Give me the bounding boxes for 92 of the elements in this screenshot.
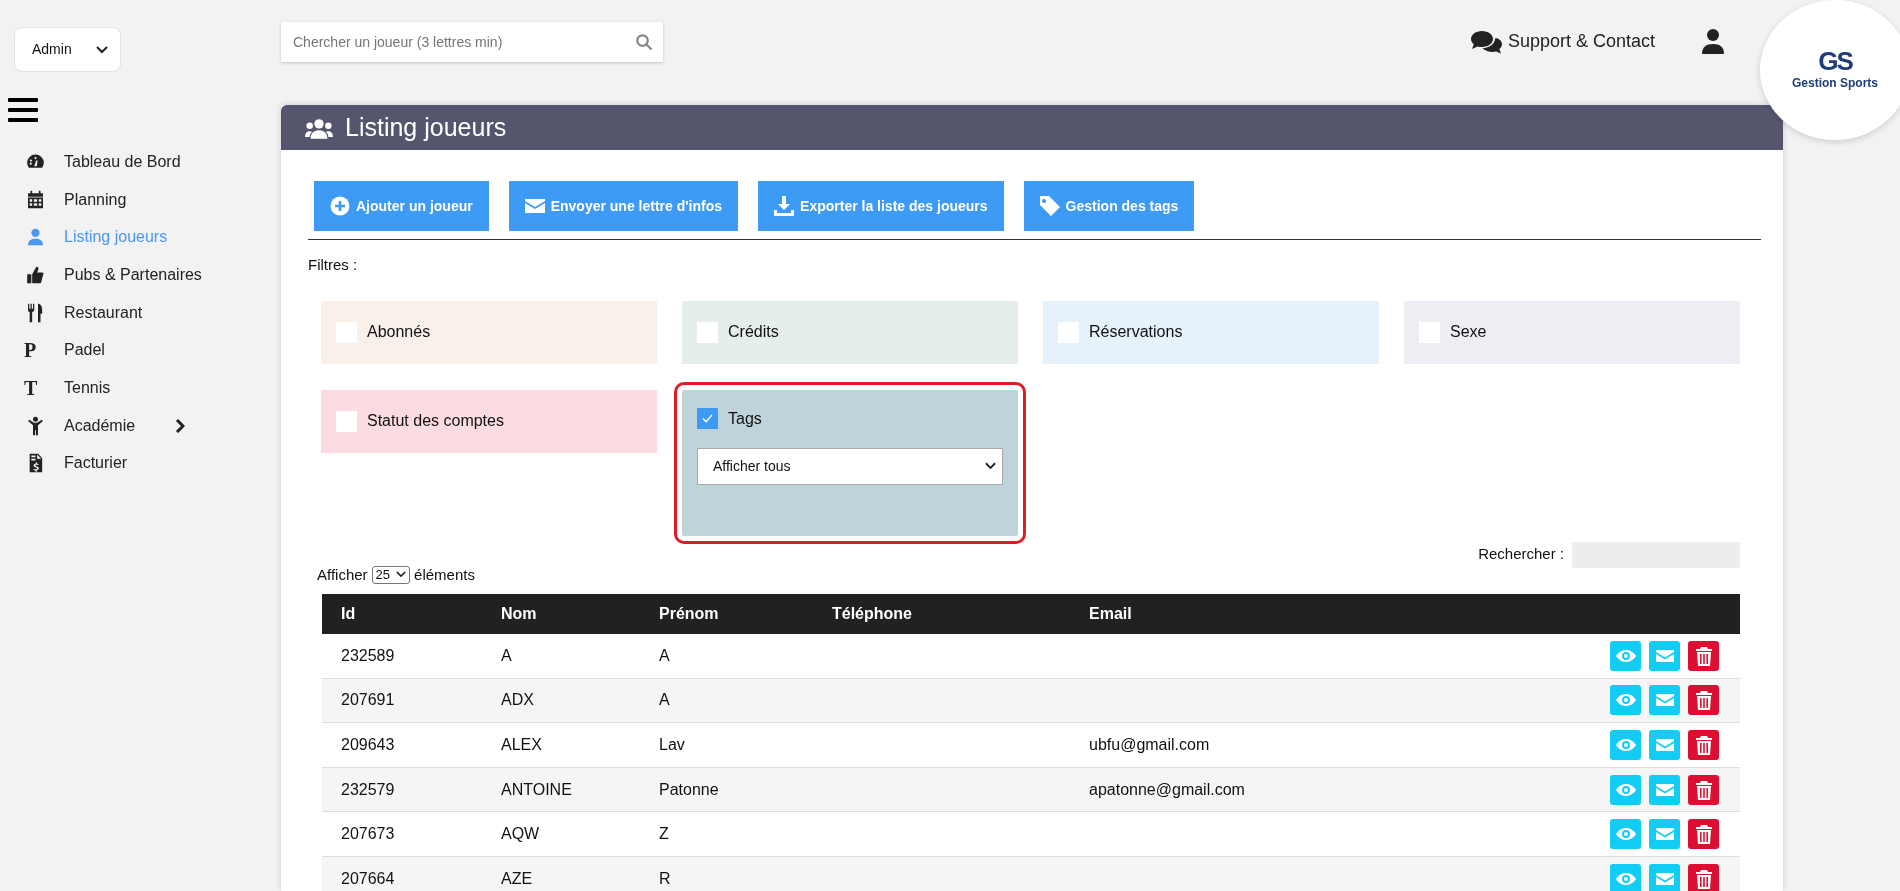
search-field[interactable]: Chercher un joueur (3 lettres min): [281, 22, 663, 62]
delete-button[interactable]: [1688, 685, 1719, 716]
table-cell-text: Z: [659, 824, 669, 845]
table-cell-text: ANTOINE: [501, 779, 572, 800]
table-cell-text: ALEX: [501, 735, 542, 755]
table-cell-text: AQW: [501, 824, 540, 845]
checkbox[interactable]: [336, 410, 357, 432]
email-button[interactable]: [1649, 730, 1680, 760]
column-header: Nom: [501, 604, 538, 624]
table-cell-text: 207691: [341, 690, 395, 711]
table-cell-text: 207664: [341, 868, 395, 889]
checkbox[interactable]: [1058, 321, 1079, 343]
filter-label: Réservations: [1089, 322, 1183, 342]
view-button[interactable]: [1610, 685, 1641, 716]
checkbox[interactable]: [697, 408, 718, 429]
view-button[interactable]: [1610, 774, 1641, 805]
menu-icon[interactable]: [8, 98, 38, 123]
delete-button[interactable]: [1688, 863, 1719, 891]
filters-label: Filtres :: [308, 255, 359, 275]
table-cell-text: 209643: [341, 735, 395, 755]
panel-header: Listing joueurs: [281, 105, 1783, 150]
email-button[interactable]: [1649, 819, 1680, 850]
filter-label: Statut des comptes: [367, 411, 504, 431]
column-header: Id: [341, 604, 357, 624]
table-cell-text: AZE: [501, 868, 533, 889]
view-button[interactable]: [1610, 863, 1641, 891]
table-cell-text: ADX: [501, 690, 534, 711]
table-cell-text: 207673: [341, 824, 395, 845]
length-label: Afficher: [317, 564, 368, 585]
filter-label: Sexe: [1450, 322, 1487, 342]
filter-label: Crédits: [728, 322, 779, 342]
email-button[interactable]: [1649, 774, 1680, 805]
column-header: Prénom: [659, 604, 720, 624]
download-icon: [774, 196, 795, 216]
view-button[interactable]: [1610, 819, 1641, 850]
sidebar-item[interactable]: T Tennis: [0, 369, 281, 407]
plus-circle-icon: [330, 196, 350, 216]
trash-icon: [1693, 690, 1714, 711]
email-button[interactable]: [1649, 640, 1680, 671]
envelope-icon: [524, 196, 545, 216]
table-cell-text: 232579: [341, 779, 395, 800]
thumbs-up-icon: [24, 264, 46, 285]
filter-label: Abonnés: [367, 322, 431, 342]
delete-button[interactable]: [1688, 730, 1719, 760]
sidebar-item[interactable]: Restaurant: [0, 293, 281, 332]
chat-bubbles-icon: [1469, 29, 1502, 54]
tags-select[interactable]: Afficher tous: [697, 447, 1003, 485]
email-button[interactable]: [1649, 863, 1680, 891]
table-cell-text: Patonne: [659, 779, 719, 800]
table-cell-text: ubfu@gmail.com: [1089, 735, 1210, 755]
role-select[interactable]: Admin: [14, 27, 121, 72]
support-link[interactable]: Support & Contact: [1469, 28, 1655, 55]
search-label: Rechercher :: [1478, 544, 1564, 565]
view-button[interactable]: [1610, 730, 1641, 760]
table-cell-text: Lav: [659, 735, 685, 755]
trash-icon: [1693, 824, 1714, 845]
sidebar-item[interactable]: Facturier: [0, 444, 281, 483]
table-cell-text: A: [659, 690, 670, 711]
column-header: Téléphone: [832, 604, 913, 624]
sidebar-item[interactable]: Tableau de Bord: [0, 143, 281, 181]
filter-label: Tags: [728, 408, 762, 429]
tag-icon: [1039, 196, 1060, 216]
users-icon: [305, 117, 333, 139]
caret-icon: [985, 462, 996, 470]
delete-button[interactable]: [1688, 774, 1719, 805]
user-icon: [1701, 28, 1725, 54]
caret-icon: [396, 571, 407, 579]
trash-icon: [1693, 779, 1714, 800]
delete-button[interactable]: [1688, 640, 1719, 671]
column-header: Email: [1089, 604, 1133, 624]
table-cell-text: A: [659, 645, 670, 666]
caret-icon: [96, 45, 108, 54]
page-length-select[interactable]: 25: [371, 565, 411, 584]
delete-button[interactable]: [1688, 819, 1719, 850]
logo: GS Gestion Sports: [1760, 0, 1900, 140]
checkmark-icon: [702, 414, 713, 423]
sidebar-item[interactable]: Académie: [0, 406, 281, 445]
sidebar-item[interactable]: Planning: [0, 180, 281, 219]
table-cell-text: apatonne@gmail.com: [1089, 779, 1245, 800]
table-cell-text: 232589: [341, 645, 395, 666]
email-button[interactable]: [1649, 685, 1680, 716]
search-icon: [635, 33, 653, 51]
table-cell-text: R: [659, 868, 671, 889]
sidebar-item[interactable]: P Padel: [0, 331, 281, 370]
trash-icon: [1693, 868, 1714, 889]
sidebar-item[interactable]: Pubs & Partenaires: [0, 256, 281, 294]
length-label: éléments: [414, 564, 475, 585]
table-cell-text: A: [501, 645, 512, 666]
trash-icon: [1693, 645, 1714, 666]
trash-icon: [1693, 735, 1714, 755]
view-button[interactable]: [1610, 640, 1641, 671]
checkbox[interactable]: [697, 321, 718, 343]
